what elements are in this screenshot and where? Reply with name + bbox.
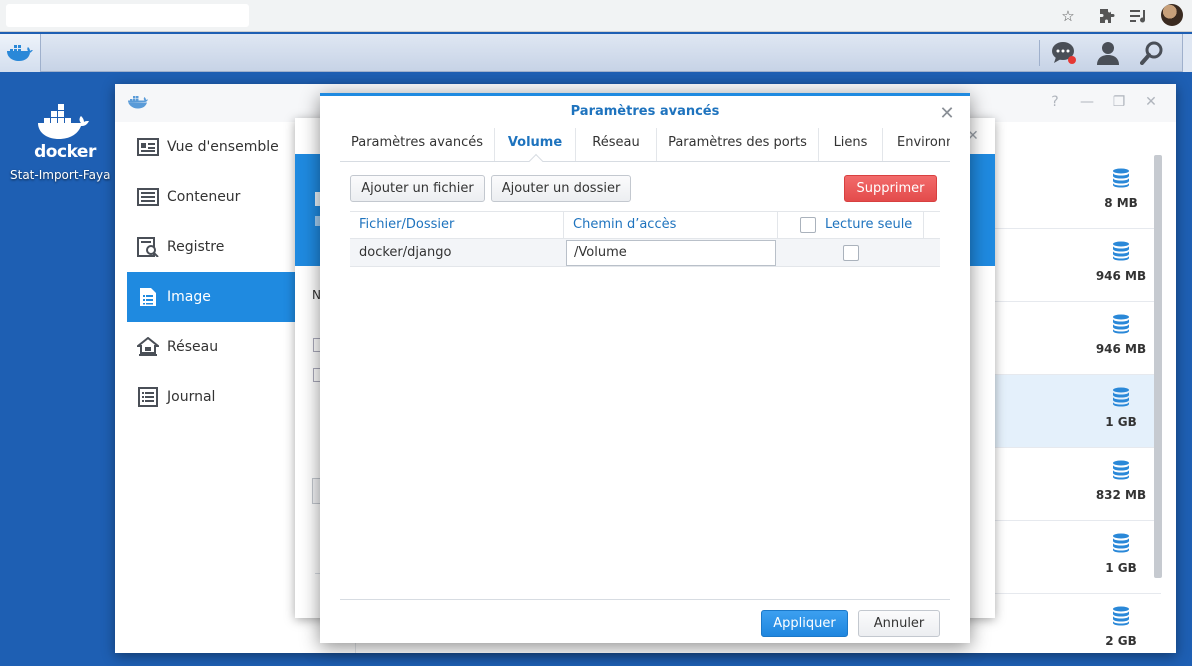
cell-file-folder: docker/django xyxy=(359,245,452,260)
image-size: 1 GB xyxy=(1105,415,1137,429)
search-icon[interactable] xyxy=(1139,41,1165,65)
image-icon xyxy=(137,286,159,308)
add-file-button[interactable]: Ajouter un fichier xyxy=(350,175,485,202)
image-size: 2 GB xyxy=(1105,634,1137,648)
docker-wordmark: docker xyxy=(34,142,96,162)
dsm-taskbar xyxy=(0,34,1192,72)
list-item: 1 GB xyxy=(1081,533,1161,575)
advanced-settings-dialog: Paramètres avancés ✕ Paramètres avancés … xyxy=(320,93,970,643)
maximize-icon[interactable]: ❐ xyxy=(1110,93,1128,111)
sidebar-item-label: Conteneur xyxy=(167,189,241,205)
address-bar[interactable] xyxy=(6,4,249,27)
minimize-icon[interactable]: — xyxy=(1078,93,1096,111)
sidebar-item-label: Registre xyxy=(167,239,225,255)
image-size: 8 MB xyxy=(1104,196,1138,210)
docker-taskbar-button[interactable] xyxy=(0,34,41,72)
column-header-path[interactable]: Chemin d’accès xyxy=(564,212,778,239)
image-size: 946 MB xyxy=(1095,269,1147,283)
extensions-icon[interactable] xyxy=(1096,5,1118,27)
list-item: 946 MB xyxy=(1081,314,1161,356)
image-size: 946 MB xyxy=(1095,342,1147,356)
taskbar-edge xyxy=(1182,34,1192,72)
apply-button[interactable]: Appliquer xyxy=(761,610,848,637)
image-size: 832 MB xyxy=(1095,488,1147,502)
desktop-docker-shortcut[interactable]: docker Stat-Import-Faya xyxy=(10,104,120,182)
network-icon xyxy=(137,336,159,358)
list-item: 8 MB xyxy=(1081,168,1161,210)
chat-icon[interactable] xyxy=(1051,41,1077,65)
add-folder-button[interactable]: Ajouter un dossier xyxy=(491,175,631,202)
read-only-checkbox[interactable] xyxy=(843,245,859,261)
column-header-file-folder[interactable]: Fichier/Dossier xyxy=(350,212,564,239)
close-icon[interactable]: ✕ xyxy=(1142,93,1160,111)
database-icon xyxy=(1113,460,1129,480)
database-icon xyxy=(1113,241,1129,261)
tab-links[interactable]: Liens xyxy=(819,128,883,161)
delete-button[interactable]: Supprimer xyxy=(844,175,937,202)
database-icon xyxy=(1113,168,1129,188)
sidebar-item-label: Journal xyxy=(167,389,216,405)
column-header-label: Lecture seule xyxy=(825,217,913,232)
taskbar-separator xyxy=(1039,40,1040,66)
close-icon[interactable]: ✕ xyxy=(937,103,957,124)
table-header: Fichier/Dossier Chemin d’accès Lecture s… xyxy=(350,211,940,239)
container-icon xyxy=(137,186,159,208)
browser-toolbar: ☆ xyxy=(0,0,1192,32)
sidebar-item-label: Réseau xyxy=(167,339,219,355)
registry-icon xyxy=(137,236,159,258)
docker-logo: docker xyxy=(30,104,100,164)
sidebar-item-label: Vue d'ensemble xyxy=(167,139,279,155)
tab-environment[interactable]: Environn xyxy=(883,128,950,161)
tab-network[interactable]: Réseau xyxy=(576,128,657,161)
desktop-icon-label: Stat-Import-Faya xyxy=(10,168,111,182)
overview-icon xyxy=(137,136,159,158)
docker-whale-icon xyxy=(38,104,89,139)
dialog-title: Paramètres avancés xyxy=(570,104,720,119)
profile-avatar[interactable] xyxy=(1161,4,1183,26)
tab-port-settings[interactable]: Paramètres des ports xyxy=(657,128,819,161)
path-input[interactable]: /Volume xyxy=(566,240,776,266)
docker-icon xyxy=(7,45,33,61)
list-item: 832 MB xyxy=(1081,460,1161,502)
media-icon[interactable] xyxy=(1128,5,1150,27)
help-icon[interactable]: ? xyxy=(1046,93,1064,111)
column-header-read-only: Lecture seule xyxy=(778,212,924,239)
image-size: 1 GB xyxy=(1105,561,1137,575)
database-icon xyxy=(1113,387,1129,407)
list-item: 946 MB xyxy=(1081,241,1161,283)
docker-icon xyxy=(128,96,148,109)
database-icon xyxy=(1113,606,1129,626)
list-item: 1 GB xyxy=(1081,387,1161,429)
database-icon xyxy=(1113,533,1129,553)
tab-bar: Paramètres avancés Volume Réseau Paramèt… xyxy=(340,128,950,162)
cancel-button[interactable]: Annuler xyxy=(858,610,940,637)
database-icon xyxy=(1113,314,1129,334)
user-icon[interactable] xyxy=(1095,41,1121,65)
list-scrollbar[interactable] xyxy=(1154,155,1162,578)
tab-advanced-settings[interactable]: Paramètres avancés xyxy=(340,128,495,161)
list-item: 2 GB xyxy=(1081,606,1161,648)
star-icon[interactable]: ☆ xyxy=(1057,5,1079,27)
read-only-all-checkbox[interactable] xyxy=(800,217,816,233)
sidebar-item-label: Image xyxy=(167,289,211,305)
table-row[interactable]: docker/django /Volume xyxy=(350,239,940,267)
log-icon xyxy=(137,386,159,408)
footer-divider xyxy=(340,599,950,600)
